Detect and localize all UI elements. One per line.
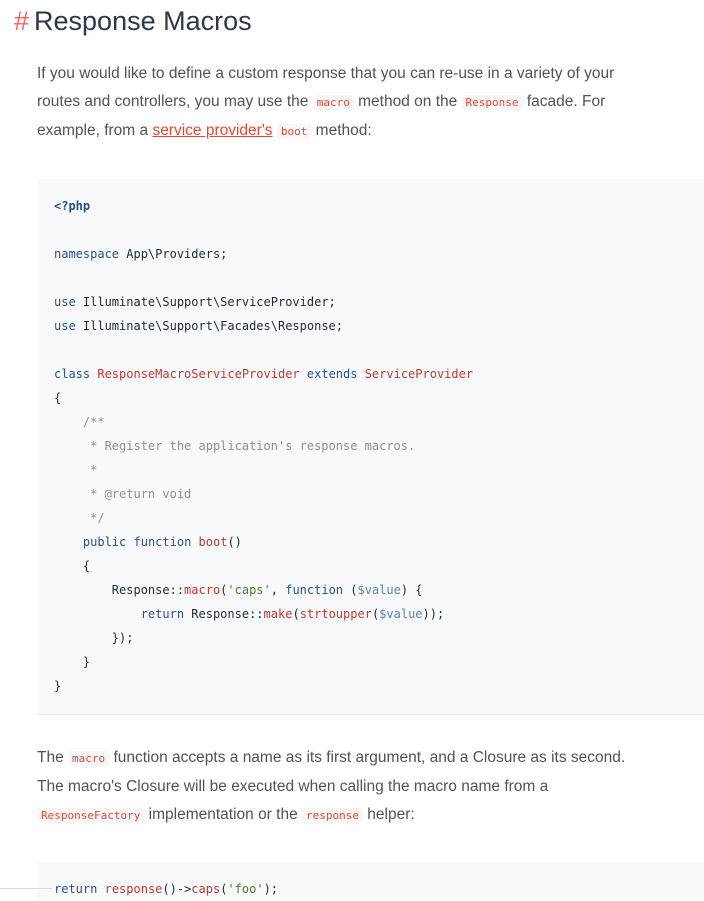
page-title-text: Response Macros — [34, 6, 252, 36]
heading-anchor-hash[interactable]: # — [14, 6, 29, 36]
page-title: # Response Macros — [14, 4, 252, 38]
inline-code-response-helper: response — [302, 808, 363, 823]
inline-code-macro-2: macro — [68, 751, 110, 766]
service-provider-link[interactable]: service provider's — [152, 122, 272, 139]
intro-line-3: example, from a service provider's boot … — [37, 122, 372, 139]
divider-fragment — [0, 888, 52, 889]
inline-code-macro: macro — [312, 95, 354, 110]
code-provider: <?php namespace App\Providers; use Illum… — [54, 199, 474, 693]
intro-line-2: routes and controllers, you may use the … — [37, 93, 606, 110]
intro-line-1: If you would like to define a custom res… — [37, 65, 615, 82]
macro-explanation-paragraph: The macro function accepts a name as its… — [37, 744, 696, 830]
code-usage: return response()->caps('foo'); — [54, 882, 279, 896]
para2-line-2: The macro's Closure will be executed whe… — [37, 778, 549, 795]
para2-line-3: ResponseFactory implementation or the re… — [37, 801, 696, 830]
code-block-provider: <?php namespace App\Providers; use Illum… — [37, 179, 704, 715]
inline-code-boot: boot — [276, 124, 312, 139]
inline-code-responsefactory: ResponseFactory — [37, 808, 145, 823]
intro-paragraph: If you would like to define a custom res… — [37, 60, 696, 146]
code-block-usage: return response()->caps('foo'); — [37, 863, 704, 899]
para2-line-1: The macro function accepts a name as its… — [37, 749, 626, 766]
inline-code-response: Response — [461, 95, 523, 110]
